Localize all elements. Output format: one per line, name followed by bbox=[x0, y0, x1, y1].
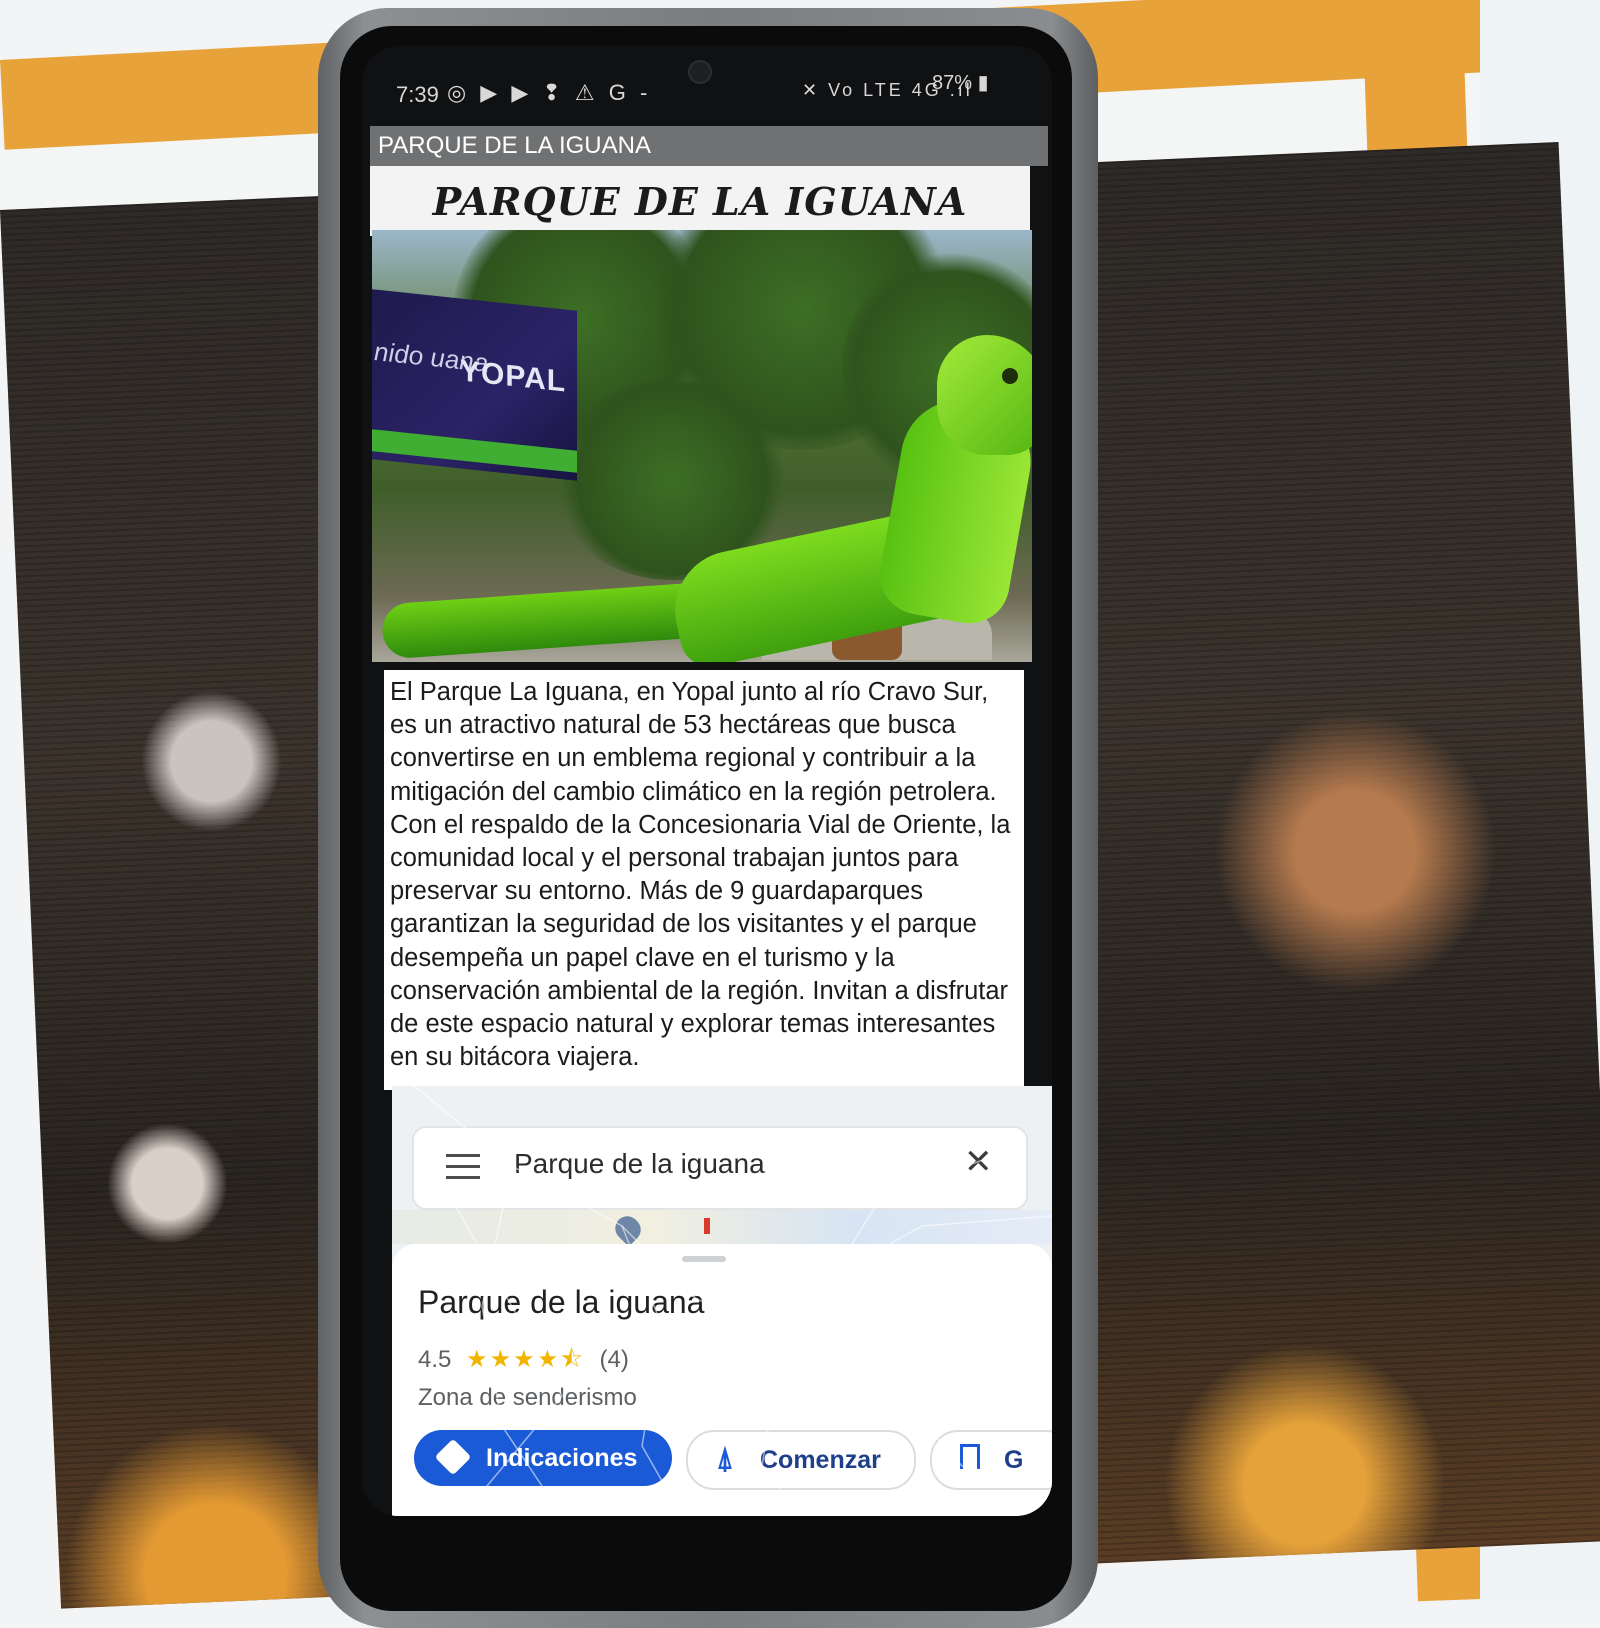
place-details-sheet: Parque de la iguana 4.5 ★★★★⯪ (4) Zona d… bbox=[392, 1244, 1052, 1516]
status-time: 7:39 bbox=[396, 82, 439, 107]
iguana-statue-head bbox=[937, 335, 1032, 455]
drag-handle[interactable] bbox=[682, 1256, 726, 1262]
menu-icon[interactable] bbox=[446, 1154, 480, 1180]
map-view[interactable] bbox=[392, 1210, 1052, 1244]
rating-value: 4.5 bbox=[418, 1346, 452, 1373]
hero-image-iguana: nido uana YOPAL bbox=[372, 230, 1032, 662]
maps-panel: Parque de la iguana ✕ Parque de la iguan… bbox=[392, 1086, 1052, 1516]
review-count: (4) bbox=[599, 1346, 629, 1373]
start-button[interactable]: ⍋ Comenzar bbox=[686, 1430, 916, 1490]
start-button-label: Comenzar bbox=[760, 1446, 881, 1474]
place-name: Parque de la iguana bbox=[418, 1284, 705, 1320]
site-header-bar[interactable]: PARQUE DE LA IGUANA bbox=[370, 126, 1048, 166]
page-title: PARQUE DE LA IGUANA bbox=[432, 179, 968, 224]
page-title-area: PARQUE DE LA IGUANA bbox=[370, 166, 1030, 236]
save-button[interactable]: G bbox=[930, 1430, 1052, 1490]
front-camera bbox=[688, 60, 712, 84]
close-icon[interactable]: ✕ bbox=[964, 1142, 993, 1182]
map-marker-icon[interactable] bbox=[704, 1218, 710, 1234]
star-rating-icon: ★★★★⯪ bbox=[466, 1346, 585, 1373]
article-body: El Parque La Iguana, en Yopal junto al r… bbox=[384, 670, 1024, 1090]
article-text: El Parque La Iguana, en Yopal junto al r… bbox=[390, 678, 1011, 1072]
battery-indicator: 87% ▮ bbox=[932, 72, 989, 94]
directions-button[interactable]: Indicaciones bbox=[414, 1430, 672, 1486]
notification-icons: ◎ ▶ ▶ ❢ ⚠ G - bbox=[447, 80, 652, 105]
place-category: Zona de senderismo bbox=[418, 1384, 637, 1411]
save-button-label: G bbox=[1004, 1446, 1024, 1474]
bookmark-icon bbox=[960, 1444, 980, 1469]
phone-screen: 7:39 ◎ ▶ ▶ ❢ ⚠ G - ✕ Vo LTE 4G .ıl 87% ▮… bbox=[362, 46, 1052, 1516]
status-bar: 7:39 ◎ ▶ ▶ ❢ ⚠ G - ✕ Vo LTE 4G .ıl 87% ▮ bbox=[362, 46, 1052, 126]
directions-button-label: Indicaciones bbox=[486, 1444, 638, 1472]
search-input[interactable]: Parque de la iguana bbox=[514, 1148, 765, 1180]
rating-row[interactable]: 4.5 ★★★★⯪ (4) bbox=[418, 1342, 629, 1383]
navigate-arrow-icon: ⍋ bbox=[716, 1442, 734, 1475]
directions-icon bbox=[434, 1438, 472, 1476]
iguana-eye bbox=[1002, 368, 1018, 384]
maps-search-bar[interactable]: Parque de la iguana ✕ bbox=[412, 1126, 1028, 1210]
